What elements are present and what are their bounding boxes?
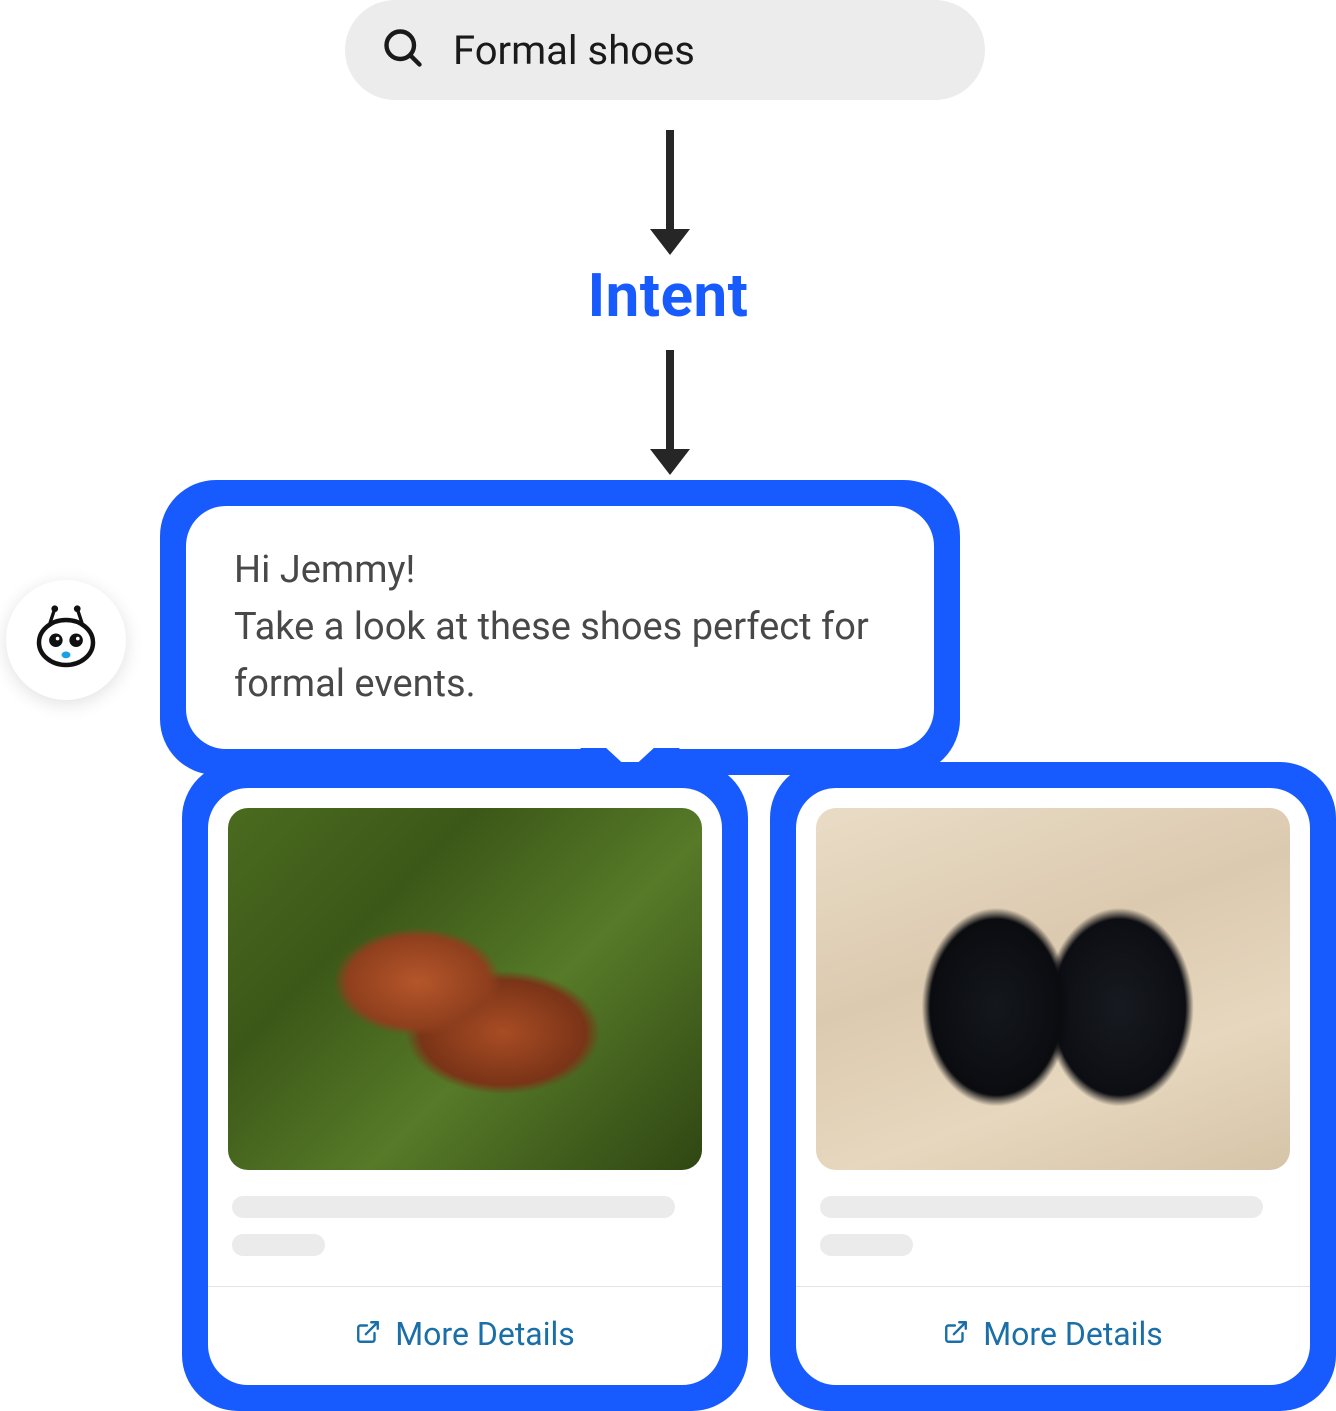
product-image [208,808,722,1170]
more-details-label: More Details [395,1315,575,1353]
product-text-placeholder [796,1170,1310,1272]
product-card: More Details [770,762,1336,1411]
product-image [796,808,1310,1170]
intent-label: Intent [0,260,1336,331]
product-text-placeholder [208,1170,722,1272]
more-details-link[interactable]: More Details [208,1287,722,1385]
search-query-text: Formal shoes [453,27,695,74]
more-details-link[interactable]: More Details [796,1287,1310,1385]
bot-avatar-icon [30,602,102,678]
search-icon [381,26,425,74]
search-bar[interactable]: Formal shoes [345,0,985,100]
more-details-label: More Details [983,1315,1163,1353]
flow-arrow-intent-to-chat [650,350,690,475]
bot-avatar [6,580,126,700]
flow-arrow-search-to-intent [650,130,690,255]
product-card: More Details [182,762,748,1411]
external-link-icon [355,1315,381,1353]
product-cards-row: More Details More [182,762,1336,1411]
chat-body: Take a look at these shoes perfect for f… [234,599,886,713]
external-link-icon [943,1315,969,1353]
chat-bubble: Hi Jemmy! Take a look at these shoes per… [160,480,960,775]
chat-greeting: Hi Jemmy! [234,542,886,599]
